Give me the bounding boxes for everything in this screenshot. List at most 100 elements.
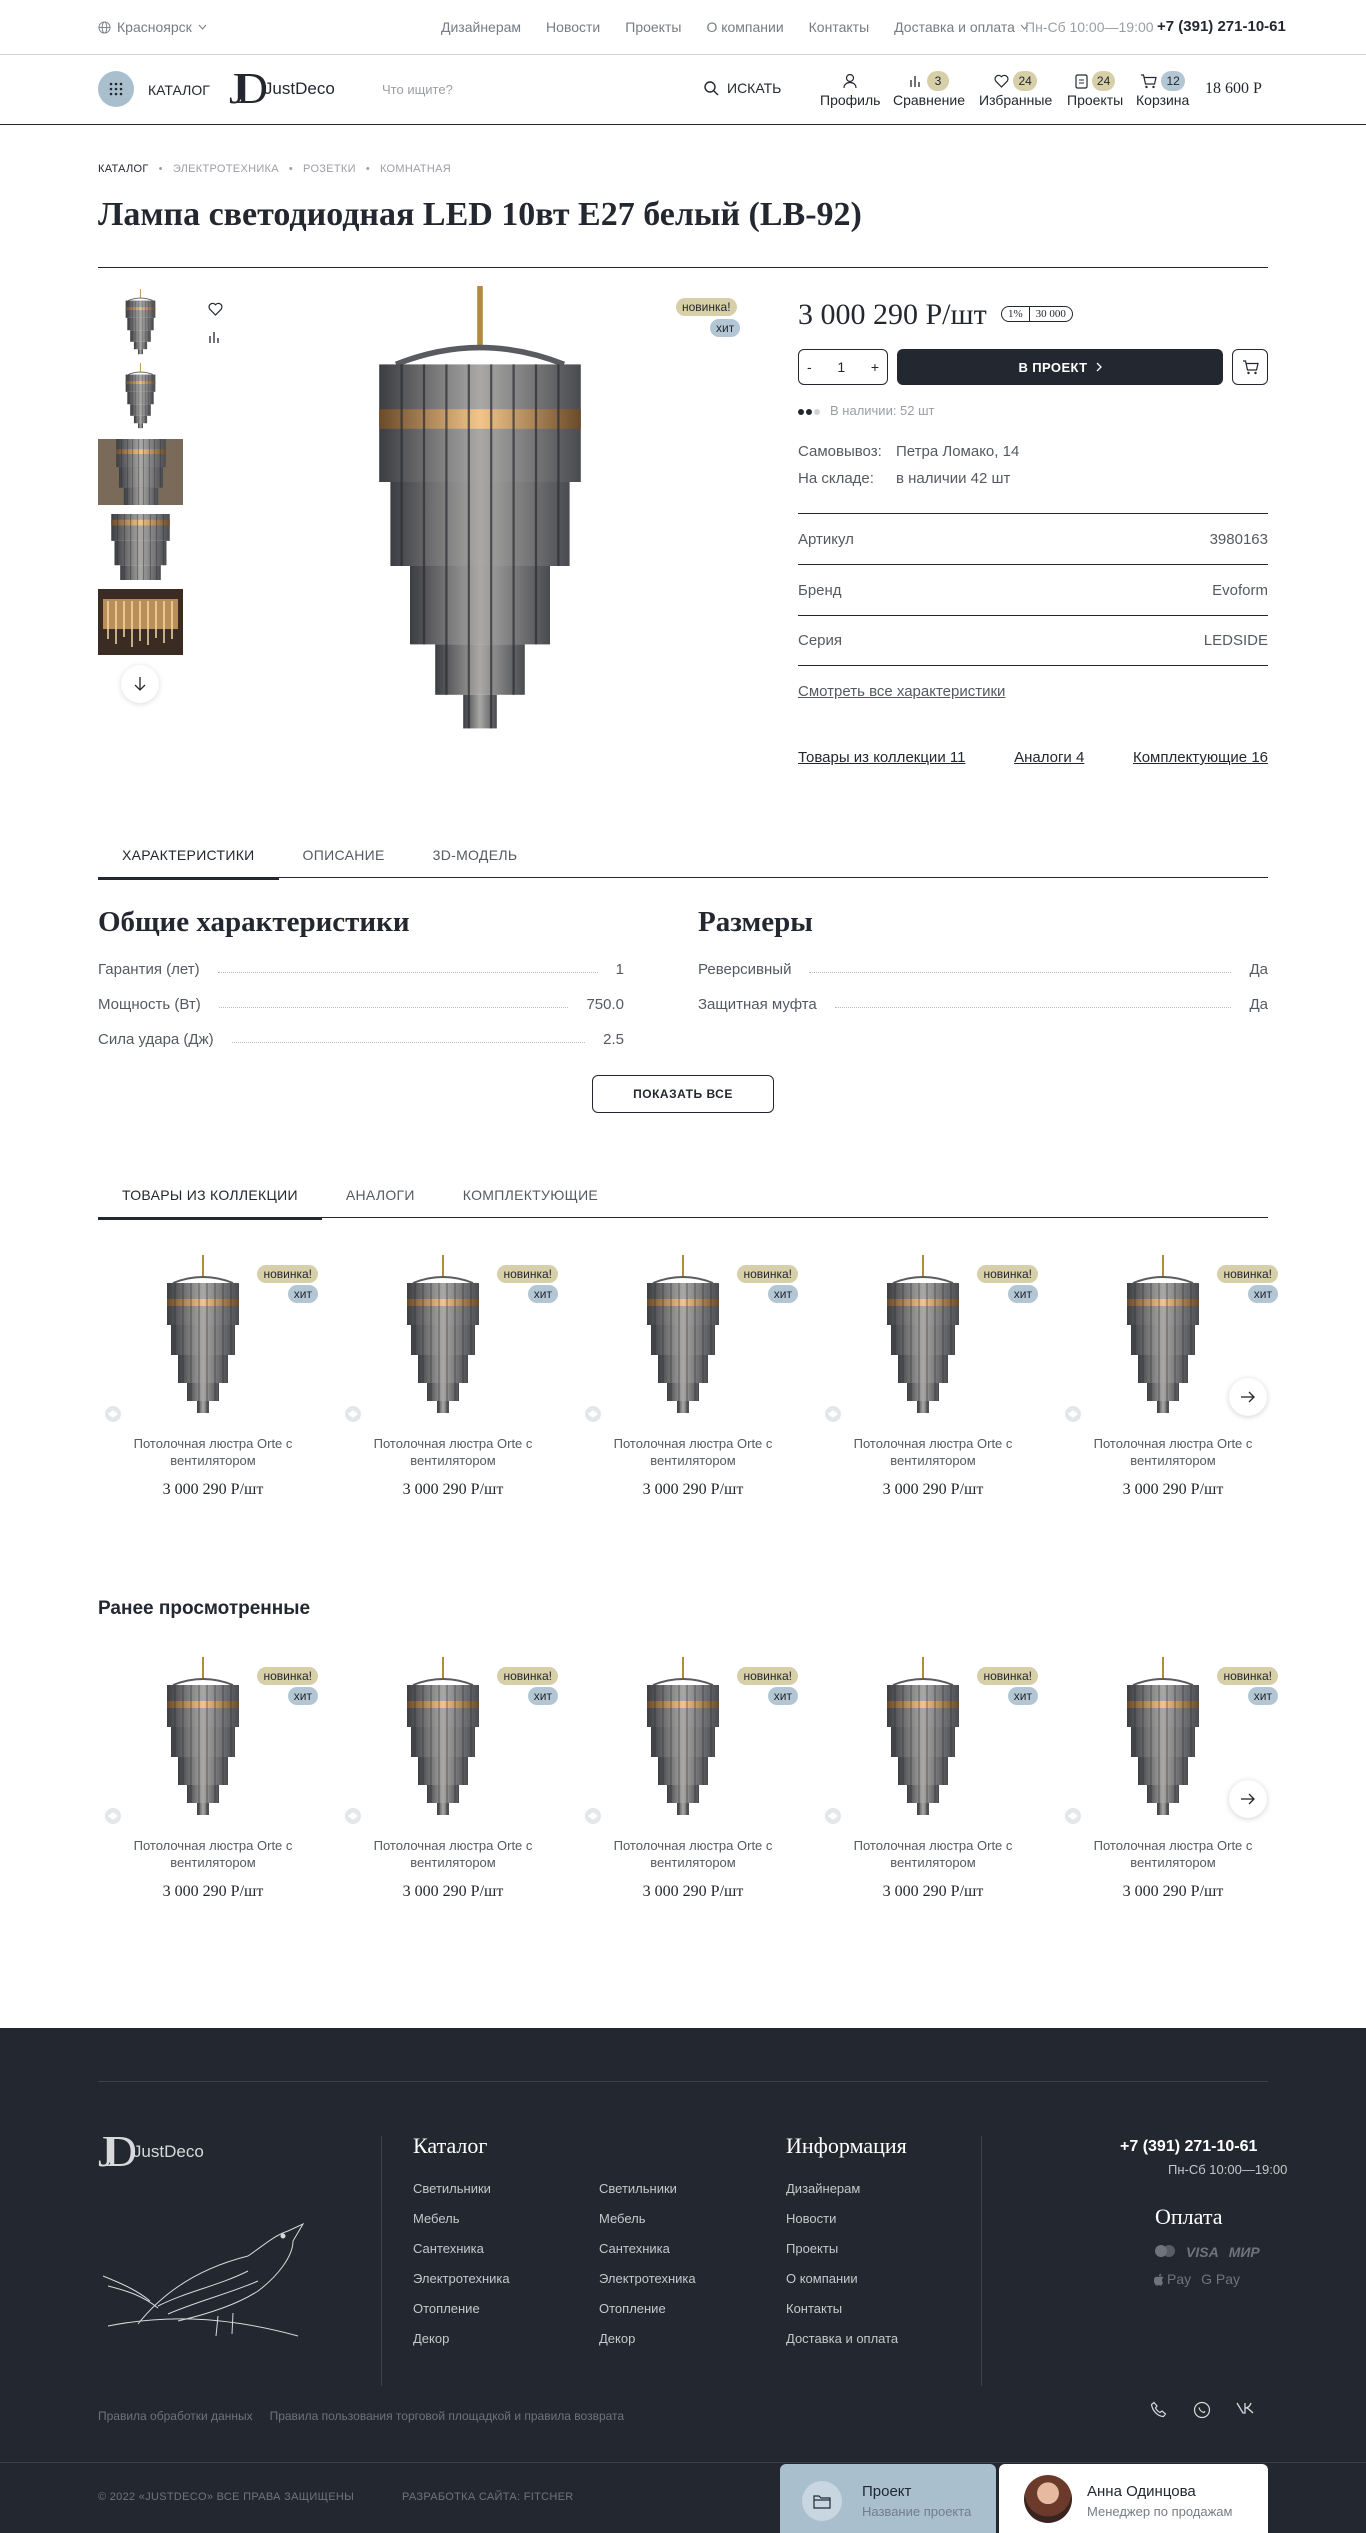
- product-card[interactable]: новинка! хит Потолочная люстра Orte с вент…: [98, 1255, 318, 1525]
- compare-bars-icon[interactable]: [208, 330, 222, 344]
- tab-characteristics[interactable]: ХАРАКТЕРИСТИКИ: [98, 840, 279, 880]
- vk-icon[interactable]: [1236, 2401, 1256, 2415]
- tab-description[interactable]: ОПИСАНИЕ: [279, 840, 409, 877]
- project-widget[interactable]: Проект Название проекта: [780, 2464, 996, 2533]
- footer-info-link[interactable]: Контакты: [786, 2301, 898, 2316]
- site-logo[interactable]: JD JustDeco: [229, 67, 335, 111]
- all-specs-link[interactable]: Смотреть все характеристики: [798, 683, 1005, 700]
- warehouse-value: в наличии 42 шт: [896, 470, 1011, 487]
- footer-catalog-link[interactable]: Мебель: [413, 2211, 510, 2226]
- quick-view-icon[interactable]: [104, 1405, 122, 1423]
- gallery-thumbnail[interactable]: [98, 363, 183, 429]
- quantity-plus-button[interactable]: +: [871, 359, 879, 375]
- catalog-menu-button[interactable]: [98, 71, 134, 107]
- footer-catalog-link[interactable]: Электротехника: [413, 2271, 510, 2286]
- quick-view-icon[interactable]: [824, 1405, 842, 1423]
- footer-info-link[interactable]: Доставка и оплата: [786, 2331, 898, 2346]
- catalog-label[interactable]: КАТАЛОГ: [148, 82, 210, 98]
- footer-phone[interactable]: +7 (391) 271-10-61: [1120, 2138, 1257, 2156]
- breadcrumb-item[interactable]: ЭЛЕКТРОТЕХНИКА: [173, 163, 279, 175]
- tab-3d-model[interactable]: 3D-МОДЕЛЬ: [409, 840, 542, 877]
- footer-catalog-link[interactable]: Электротехника: [599, 2271, 696, 2286]
- footer-catalog-link[interactable]: Светильники: [599, 2181, 696, 2196]
- quick-view-icon[interactable]: [104, 1807, 122, 1825]
- product-card[interactable]: новинка! хит Потолочная люстра Orte с вент…: [98, 1657, 318, 1927]
- footer-info-link[interactable]: О компании: [786, 2271, 898, 2286]
- show-all-button[interactable]: ПОКАЗАТЬ ВСЕ: [592, 1075, 774, 1113]
- breadcrumb-item[interactable]: КОМНАТНАЯ: [380, 163, 451, 175]
- footer-catalog-link[interactable]: Сантехника: [599, 2241, 696, 2256]
- quick-view-icon[interactable]: [824, 1807, 842, 1825]
- quantity-minus-button[interactable]: -: [807, 359, 812, 375]
- heart-icon[interactable]: [208, 302, 223, 316]
- quick-view-icon[interactable]: [584, 1807, 602, 1825]
- add-to-project-button[interactable]: В ПРОЕКТ: [897, 349, 1223, 385]
- city-selector[interactable]: Красноярск: [98, 19, 207, 35]
- footer-catalog-link[interactable]: Отопление: [413, 2301, 510, 2316]
- quick-view-icon[interactable]: [344, 1807, 362, 1825]
- top-nav-contacts[interactable]: Контакты: [809, 19, 869, 35]
- footer-info-link[interactable]: Новости: [786, 2211, 898, 2226]
- whatsapp-icon[interactable]: [1193, 2401, 1211, 2419]
- manager-widget[interactable]: Анна Одинцова Менеджер по продажам: [999, 2464, 1268, 2533]
- product-card[interactable]: новинка! хит Потолочная люстра Orte с вент…: [338, 1255, 558, 1525]
- footer-logo[interactable]: JD JustDeco: [98, 2130, 204, 2174]
- carousel-next-button[interactable]: [1229, 1780, 1267, 1818]
- product-card[interactable]: новинка! хит Потолочная люстра Orte с вент…: [818, 1255, 1038, 1525]
- product-card[interactable]: новинка! хит Потолочная люстра Orte с вент…: [338, 1657, 558, 1927]
- gallery-scroll-down-button[interactable]: [121, 665, 159, 703]
- quantity-input[interactable]: 1: [837, 359, 845, 375]
- quick-view-icon[interactable]: [1064, 1807, 1082, 1825]
- favorites-link[interactable]: 24 Избранные: [979, 70, 1052, 108]
- top-nav-projects[interactable]: Проекты: [625, 19, 681, 35]
- cart-link[interactable]: 12 Корзина: [1136, 70, 1189, 108]
- top-nav-about[interactable]: О компании: [706, 19, 783, 35]
- footer-catalog-link[interactable]: Отопление: [599, 2301, 696, 2316]
- profile-link[interactable]: Профиль: [820, 70, 880, 108]
- footer-catalog-link[interactable]: Декор: [413, 2331, 510, 2346]
- quick-view-icon[interactable]: [584, 1405, 602, 1423]
- collection-link[interactable]: Товары из коллекции 11: [798, 749, 965, 766]
- carousel-next-button[interactable]: [1229, 1378, 1267, 1416]
- add-to-cart-button[interactable]: [1232, 349, 1268, 385]
- developer-link[interactable]: РАЗРАБОТКА САЙТА: FITCHER: [402, 2491, 573, 2503]
- gallery-thumbnail[interactable]: [98, 589, 183, 655]
- footer-catalog-link[interactable]: Сантехника: [413, 2241, 510, 2256]
- characteristic-row: Гарантия (лет) 1: [98, 959, 624, 979]
- gallery-thumbnail[interactable]: [98, 439, 183, 505]
- phone-icon[interactable]: [1150, 2401, 1168, 2419]
- top-nav-news[interactable]: Новости: [546, 19, 600, 35]
- product-card[interactable]: новинка! хит Потолочная люстра Orte с вент…: [578, 1255, 798, 1525]
- footer-catalog-link[interactable]: Мебель: [599, 2211, 696, 2226]
- tab-collection[interactable]: ТОВАРЫ ИЗ КОЛЛЕКЦИИ: [98, 1180, 322, 1220]
- projects-link[interactable]: 24 Проекты: [1067, 70, 1123, 108]
- quick-view-icon[interactable]: [344, 1405, 362, 1423]
- chandelier-image: [166, 1255, 240, 1414]
- tab-accessories[interactable]: КОМПЛЕКТУЮЩИЕ: [439, 1180, 622, 1217]
- privacy-link[interactable]: Правила обработки данных: [98, 2409, 253, 2423]
- product-main-image[interactable]: [340, 285, 620, 735]
- footer-info-link[interactable]: Дизайнерам: [786, 2181, 898, 2196]
- footer-catalog-link[interactable]: Светильники: [413, 2181, 510, 2196]
- accessories-link[interactable]: Комплектующие 16: [1133, 749, 1268, 766]
- tab-analogs[interactable]: АНАЛОГИ: [322, 1180, 439, 1217]
- analogs-link[interactable]: Аналоги 4: [1014, 749, 1084, 766]
- top-nav-delivery[interactable]: Доставка и оплата: [894, 19, 1029, 35]
- footer-info-link[interactable]: Проекты: [786, 2241, 898, 2256]
- product-card[interactable]: новинка! хит Потолочная люстра Orte с вент…: [818, 1657, 1038, 1927]
- phone-link[interactable]: +7 (391) 271-10-61: [1157, 18, 1286, 35]
- top-nav-designers[interactable]: Дизайнерам: [441, 19, 521, 35]
- characteristic-value: 1: [615, 960, 624, 978]
- search-button[interactable]: ИСКАТЬ: [704, 80, 781, 96]
- footer-catalog-link[interactable]: Декор: [599, 2331, 696, 2346]
- breadcrumb-item[interactable]: КАТАЛОГ: [98, 163, 149, 175]
- gallery-thumbnail[interactable]: [98, 289, 183, 355]
- product-card[interactable]: новинка! хит Потолочная люстра Orte с вент…: [578, 1657, 798, 1927]
- breadcrumb-item[interactable]: РОЗЕТКИ: [303, 163, 356, 175]
- terms-link[interactable]: Правила пользования торговой площадкой и…: [270, 2409, 625, 2423]
- search-input[interactable]: Что ищите?: [382, 82, 453, 97]
- compare-link[interactable]: 3 Сравнение: [893, 70, 965, 108]
- quick-view-icon[interactable]: [1064, 1405, 1082, 1423]
- gallery-thumbnail[interactable]: [98, 514, 183, 580]
- breadcrumb: КАТАЛОГ • ЭЛЕКТРОТЕХНИКА • РОЗЕТКИ • КОМНАТ…: [98, 163, 451, 175]
